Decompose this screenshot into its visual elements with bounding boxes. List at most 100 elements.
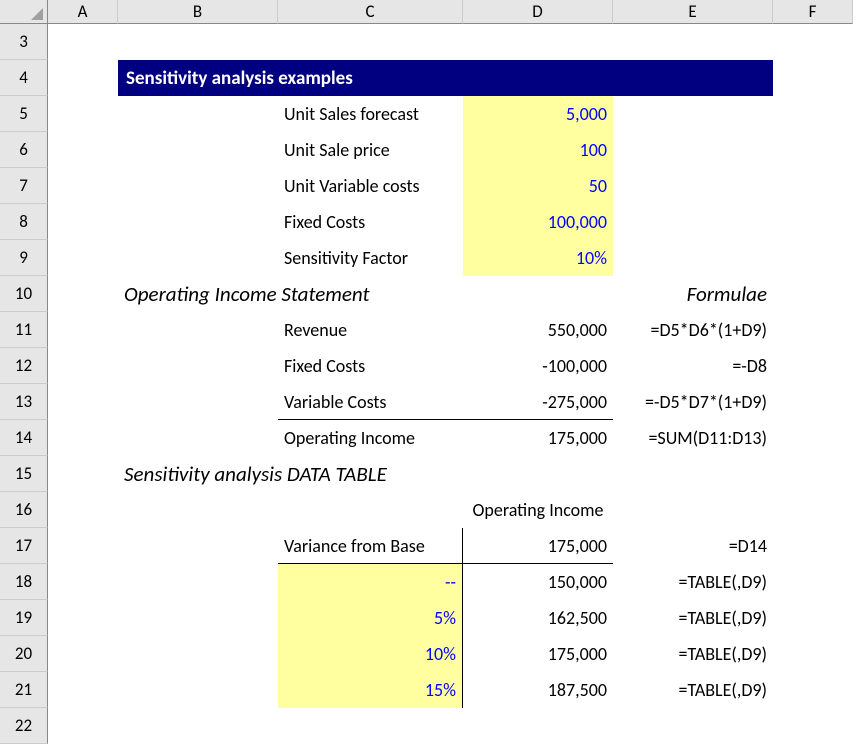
cell-A10[interactable]	[48, 276, 118, 312]
cell-B18[interactable]	[118, 564, 278, 600]
cell-E8[interactable]	[613, 204, 773, 240]
cell-F22[interactable]	[773, 708, 853, 744]
row-header-20[interactable]: 20	[0, 636, 48, 672]
cell-F14[interactable]	[773, 420, 853, 456]
cell-A20[interactable]	[48, 636, 118, 672]
cell-D14-value[interactable]: 175,000	[463, 420, 613, 456]
row-header-18[interactable]: 18	[0, 564, 48, 600]
row-header-13[interactable]: 13	[0, 384, 48, 420]
cell-E14-formula[interactable]: =SUM(D11:D13)	[613, 420, 773, 456]
cell-A13[interactable]	[48, 384, 118, 420]
cell-F21[interactable]	[773, 672, 853, 708]
cell-F7[interactable]	[773, 168, 853, 204]
col-header-E[interactable]: E	[613, 0, 773, 24]
cell-C18-var[interactable]: --	[278, 564, 463, 600]
section-heading-datatable[interactable]: Sensitivity analysis DATA TABLE	[118, 456, 613, 492]
cell-A6[interactable]	[48, 132, 118, 168]
cell-D7-value[interactable]: 50	[463, 168, 613, 204]
cell-F8[interactable]	[773, 204, 853, 240]
title-bar[interactable]: Sensitivity analysis examples	[118, 60, 773, 96]
cell-E20-formula[interactable]: =TABLE(,D9)	[613, 636, 773, 672]
cell-B9[interactable]	[118, 240, 278, 276]
cell-A7[interactable]	[48, 168, 118, 204]
cell-F17[interactable]	[773, 528, 853, 564]
cell-D17-value[interactable]: 175,000	[463, 528, 613, 564]
cell-A21[interactable]	[48, 672, 118, 708]
cell-D18-value[interactable]: 150,000	[463, 564, 613, 600]
cell-A11[interactable]	[48, 312, 118, 348]
select-all-corner[interactable]	[0, 0, 48, 24]
cell-A4[interactable]	[48, 60, 118, 96]
cell-D5-value[interactable]: 5,000	[463, 96, 613, 132]
row-header-16[interactable]: 16	[0, 492, 48, 528]
cell-B20[interactable]	[118, 636, 278, 672]
cell-B21[interactable]	[118, 672, 278, 708]
row-header-17[interactable]: 17	[0, 528, 48, 564]
cell-A9[interactable]	[48, 240, 118, 276]
cell-C11-label[interactable]: Revenue	[278, 312, 463, 348]
cell-B3[interactable]	[118, 24, 278, 60]
cell-C6-label[interactable]: Unit Sale price	[278, 132, 463, 168]
cell-E22[interactable]	[613, 708, 773, 744]
cell-F13[interactable]	[773, 384, 853, 420]
col-header-F[interactable]: F	[773, 0, 853, 24]
row-header-7[interactable]: 7	[0, 168, 48, 204]
cell-B11[interactable]	[118, 312, 278, 348]
row-header-14[interactable]: 14	[0, 420, 48, 456]
row-header-11[interactable]: 11	[0, 312, 48, 348]
cell-C9-label[interactable]: Sensitivity Factor	[278, 240, 463, 276]
cell-D10[interactable]	[463, 276, 613, 312]
cell-A17[interactable]	[48, 528, 118, 564]
cell-D19-value[interactable]: 162,500	[463, 600, 613, 636]
cell-B22[interactable]	[118, 708, 278, 744]
cell-C5-label[interactable]: Unit Sales forecast	[278, 96, 463, 132]
cell-B13[interactable]	[118, 384, 278, 420]
cell-A8[interactable]	[48, 204, 118, 240]
cell-F16[interactable]	[773, 492, 853, 528]
cell-C8-label[interactable]: Fixed Costs	[278, 204, 463, 240]
cell-E16[interactable]	[613, 492, 773, 528]
cell-C12-label[interactable]: Fixed Costs	[278, 348, 463, 384]
cell-A22[interactable]	[48, 708, 118, 744]
cell-A3[interactable]	[48, 24, 118, 60]
cell-A18[interactable]	[48, 564, 118, 600]
cell-F3[interactable]	[773, 24, 853, 60]
cell-A12[interactable]	[48, 348, 118, 384]
cell-D22[interactable]	[463, 708, 613, 744]
cell-D21-value[interactable]: 187,500	[463, 672, 613, 708]
cell-D11-value[interactable]: 550,000	[463, 312, 613, 348]
row-header-12[interactable]: 12	[0, 348, 48, 384]
cell-C19-var[interactable]: 5%	[278, 600, 463, 636]
cell-C16[interactable]	[278, 492, 463, 528]
cell-B19[interactable]	[118, 600, 278, 636]
cell-E12-formula[interactable]: =-D8	[613, 348, 773, 384]
cell-D8-value[interactable]: 100,000	[463, 204, 613, 240]
cell-F9[interactable]	[773, 240, 853, 276]
cell-F20[interactable]	[773, 636, 853, 672]
formulae-header[interactable]: Formulae	[613, 276, 773, 312]
cell-E19-formula[interactable]: =TABLE(,D9)	[613, 600, 773, 636]
cell-E18-formula[interactable]: =TABLE(,D9)	[613, 564, 773, 600]
row-header-19[interactable]: 19	[0, 600, 48, 636]
cell-C17-label[interactable]: Variance from Base	[278, 528, 463, 564]
cell-B8[interactable]	[118, 204, 278, 240]
cell-C7-label[interactable]: Unit Variable costs	[278, 168, 463, 204]
cell-B12[interactable]	[118, 348, 278, 384]
cell-D3[interactable]	[463, 24, 613, 60]
cell-E6[interactable]	[613, 132, 773, 168]
cell-A14[interactable]	[48, 420, 118, 456]
cell-C14-label[interactable]: Operating Income	[278, 420, 463, 456]
cell-F18[interactable]	[773, 564, 853, 600]
cell-E9[interactable]	[613, 240, 773, 276]
cell-F5[interactable]	[773, 96, 853, 132]
cell-E13-formula[interactable]: =-D5*D7*(1+D9)	[613, 384, 773, 420]
cell-D20-value[interactable]: 175,000	[463, 636, 613, 672]
cell-C22[interactable]	[278, 708, 463, 744]
cell-F11[interactable]	[773, 312, 853, 348]
cell-A16[interactable]	[48, 492, 118, 528]
cell-A19[interactable]	[48, 600, 118, 636]
row-header-3[interactable]: 3	[0, 24, 48, 60]
col-header-C[interactable]: C	[278, 0, 463, 24]
row-header-4[interactable]: 4	[0, 60, 48, 96]
cell-B14[interactable]	[118, 420, 278, 456]
